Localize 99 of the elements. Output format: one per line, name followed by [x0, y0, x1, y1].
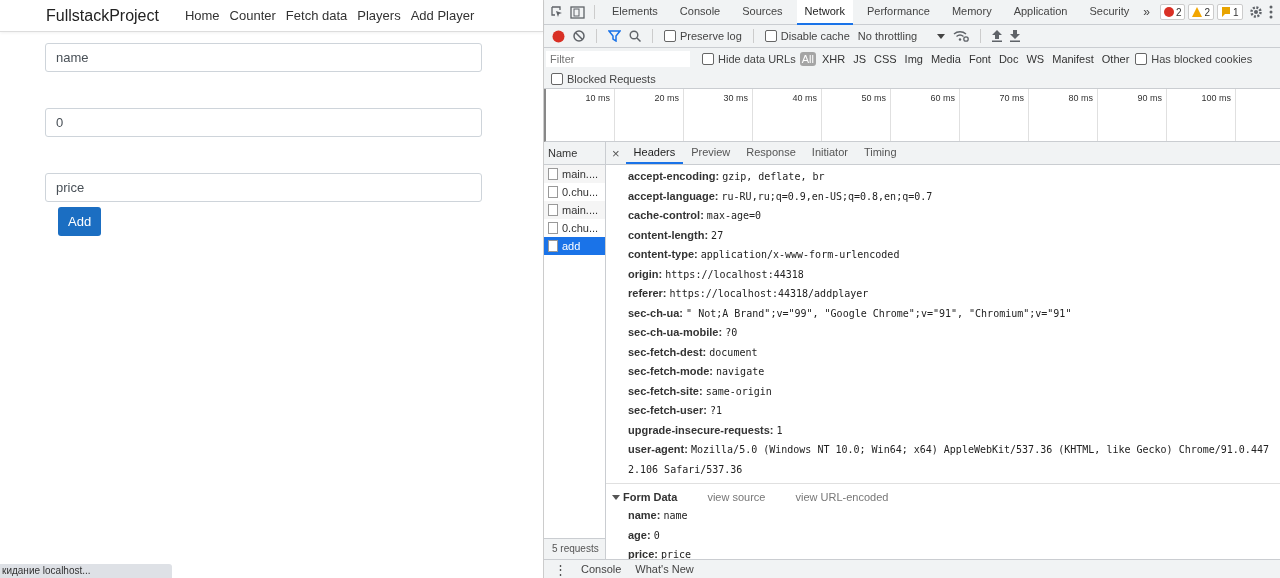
request-row[interactable]: main.... [544, 201, 605, 219]
view-source-link[interactable]: view source [707, 491, 766, 503]
devtools-tab[interactable]: Sources [734, 0, 791, 25]
detail-tab[interactable]: Initiator [803, 142, 856, 164]
clear-icon[interactable] [573, 30, 585, 42]
nav-link[interactable]: Add Player [410, 8, 475, 23]
request-count: 5 requests [544, 538, 605, 559]
header-line: referer: https://localhost:44318/addplayer [628, 286, 870, 301]
nav-link[interactable]: Players [357, 8, 401, 23]
drawer-menu-button[interactable]: ⋮ [554, 561, 567, 577]
drawer-tab[interactable]: Console [581, 563, 622, 575]
type-filter-button[interactable]: JS [851, 52, 868, 66]
type-filter-button[interactable]: Other [1099, 52, 1132, 66]
view-url-encoded-link[interactable]: view URL-encoded [795, 491, 889, 503]
devtools-tab[interactable]: Application [1005, 0, 1076, 25]
detail-tab[interactable]: Timing [855, 142, 905, 164]
throttling-dropdown[interactable]: No throttling [857, 30, 946, 42]
filter-icon[interactable] [608, 30, 621, 42]
devtools-tab[interactable]: Performance [858, 0, 938, 25]
form-data-line: price: price [627, 547, 693, 562]
blocked-cookies-checkbox[interactable]: Has blocked cookies [1135, 53, 1253, 65]
header-line: accept-encoding: gzip, deflate, br [628, 169, 826, 184]
close-button[interactable]: × [612, 145, 620, 161]
download-icon[interactable] [1010, 30, 1021, 42]
header-line: origin: https://localhost:44318 [628, 266, 805, 282]
header-line: upgrade-insecure-requests: 1 [628, 422, 784, 438]
counter-value: 1 [1233, 6, 1239, 18]
devtools-tab[interactable]: Security [1081, 0, 1138, 25]
input-field[interactable]: name [45, 43, 482, 72]
detail-tab[interactable]: Headers [625, 142, 684, 164]
timeline-tick-label: 20 ms [654, 93, 679, 103]
type-filter-button[interactable]: WS [1024, 52, 1047, 66]
hide-data-urls-checkbox[interactable]: Hide data URLs [702, 53, 796, 65]
status-bubble: кидание localhost... [0, 564, 172, 578]
devtools-tab[interactable]: Network [796, 0, 853, 25]
timeline-tick-label: 40 ms [792, 93, 817, 103]
timeline-tick-label: 10 ms [585, 93, 610, 103]
timeline-tick-label: 100 ms [1201, 93, 1231, 103]
upload-icon[interactable] [992, 30, 1003, 42]
request-row[interactable]: 0.chu... [544, 183, 605, 201]
section-toggle[interactable]: Form Data [612, 491, 678, 503]
input-field[interactable]: price [45, 173, 482, 202]
detail-tab[interactable]: Preview [683, 142, 739, 164]
more-tabs-button[interactable]: » [1143, 5, 1150, 19]
timeline-tick-label: 50 ms [861, 93, 886, 103]
header-line: content-length: 27 [628, 227, 725, 243]
header-line: sec-ch-ua: " Not;A Brand";v="99", "Google Chrome";v="91", "Chromium";v="91" [628, 305, 1073, 321]
request-row[interactable]: 0.chu... [544, 219, 605, 237]
preserve-log-checkbox[interactable]: Preserve log [664, 30, 742, 42]
settings-icon[interactable] [1248, 5, 1263, 19]
blocked-requests-checkbox[interactable]: Blocked Requests [551, 73, 656, 85]
counter-value: 2 [1204, 6, 1211, 18]
devtools-tab[interactable]: Console [671, 0, 729, 25]
detail-tab[interactable]: Response [738, 142, 804, 164]
disable-cache-checkbox[interactable]: Disable cache [764, 30, 850, 42]
column-header[interactable]: Name [544, 142, 605, 165]
type-filter-button[interactable]: CSS [871, 52, 899, 66]
timeline-tick-label: 80 ms [1068, 93, 1093, 103]
add-button[interactable]: Add [58, 207, 102, 236]
request-row[interactable]: add [544, 237, 605, 255]
devtools-tab[interactable]: Elements [604, 0, 666, 25]
type-filter-button[interactable]: XHR [819, 52, 848, 66]
header-line: content-type: application/x-www-form-urlencoded [628, 247, 901, 262]
search-icon[interactable] [629, 30, 641, 42]
inspect-icon[interactable] [550, 5, 564, 19]
issue-counters[interactable]: 2 2 1 [1159, 4, 1243, 20]
nav-link[interactable]: Fetch data [285, 8, 348, 23]
header-line: accept-language: ru-RU,ru;q=0.9,en-US;q=0.8,en;q=0.7 [628, 188, 934, 204]
header-line: sec-fetch-mode: navigate [628, 364, 766, 379]
form-data-line: name: name [627, 508, 689, 523]
wifi-gear-icon[interactable] [953, 30, 970, 42]
timeline-tick-label: 30 ms [723, 93, 748, 103]
header-line: sec-fetch-site: same-origin [628, 383, 773, 399]
header-line: sec-fetch-user: ?1 [628, 403, 723, 418]
device-icon[interactable] [570, 5, 585, 19]
counter-value: 2 [1175, 6, 1182, 18]
type-filter-button[interactable]: Font [966, 52, 993, 66]
brand-link[interactable]: FullstackProject [46, 6, 159, 25]
header-line: sec-ch-ua-mobile: ?0 [628, 325, 739, 340]
timeline-tick-label: 90 ms [1137, 93, 1162, 103]
header-line: cache-control: max-age=0 [628, 208, 763, 223]
request-row[interactable]: main.... [544, 165, 605, 183]
devtools-tab[interactable]: Memory [943, 0, 1000, 25]
record-button[interactable] [552, 29, 565, 43]
type-filter-button[interactable]: Doc [996, 52, 1021, 66]
type-filter-button[interactable]: Media [928, 52, 963, 66]
nav-link[interactable]: Counter [229, 8, 276, 23]
form-data-line: age: 0 [627, 527, 661, 543]
type-filter-button[interactable]: Manifest [1050, 52, 1096, 66]
header-line: user-agent: Mozilla/5.0 (Windows NT 10.0; Win64; x64) AppleWebKit/537.36 (KHTML, like Gecko) Chrome/91.0.4472.106 Safari/537.36 [628, 442, 1270, 477]
drawer-tab[interactable]: What's New [635, 563, 694, 575]
nav-link[interactable]: Home [184, 8, 220, 23]
header-line: sec-fetch-dest: document [628, 344, 759, 360]
timeline-tick-label: 60 ms [930, 93, 955, 103]
filter-input[interactable]: Filter [546, 51, 690, 67]
timeline-tick-label: 70 ms [999, 93, 1024, 103]
type-filter-button[interactable]: Img [902, 52, 925, 66]
input-field[interactable]: 0 [45, 108, 482, 137]
kebab-menu-icon[interactable] [1268, 5, 1273, 19]
